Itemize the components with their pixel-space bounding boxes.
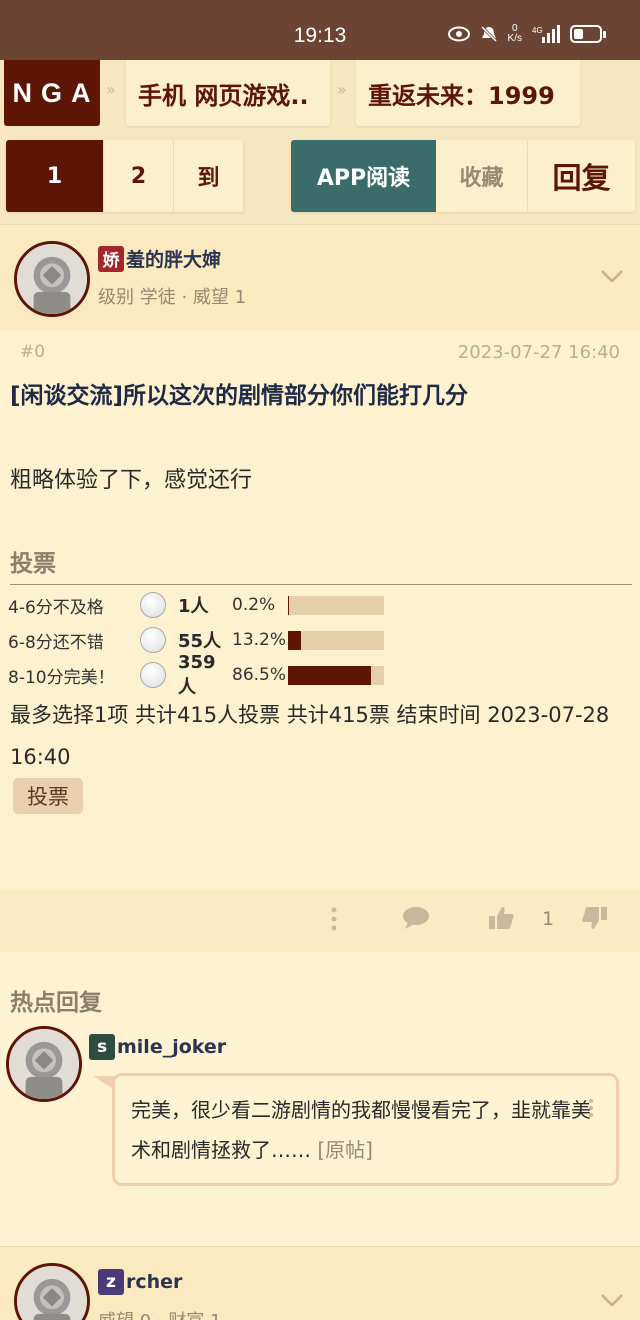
vote-info: 最多选择1项 共计415人投票 共计415票 结束时间 2023-07-28 1… xyxy=(10,703,610,769)
default-avatar-icon xyxy=(17,244,87,314)
eye-icon xyxy=(447,26,470,42)
reply-text: 完美，很少看二游剧情的我都慢慢看完了，韭就靠美术和剧情拯救了…… [原帖] xyxy=(131,1090,600,1170)
thumbs-down-icon[interactable] xyxy=(582,906,608,930)
chevron-down-icon[interactable] xyxy=(600,1293,624,1307)
post-action-bar: 1 xyxy=(0,890,640,952)
status-icons: 0 K/s 4G xyxy=(447,24,606,44)
vote-radio[interactable] xyxy=(140,627,166,653)
page-2-button[interactable]: 2 xyxy=(104,140,174,212)
hot-replies-title: 热点回复 xyxy=(10,990,102,1016)
vote-option-label: 4-6分不及格 xyxy=(8,597,104,618)
vote-option[interactable]: 4-6分不及格 1人 0.2% xyxy=(8,590,638,620)
breadcrumb-forum[interactable]: 手机 网页游戏.. xyxy=(126,60,330,126)
vote-percent: 13.2% xyxy=(232,630,287,650)
default-avatar-icon xyxy=(9,1029,79,1099)
reply-bubble[interactable]: 完美，很少看二游剧情的我都慢慢看完了，韭就靠美术和剧情拯救了…… [原帖] xyxy=(93,1073,619,1186)
thread-actions: APP阅读 收藏 回复 xyxy=(291,140,635,212)
vote-count: 1人 xyxy=(178,596,209,617)
avatar[interactable] xyxy=(14,241,90,317)
vote-percent: 86.5% xyxy=(232,665,287,685)
default-avatar-icon xyxy=(17,1266,87,1320)
author-meta: 级别 学徒 · 威望 1 xyxy=(98,287,247,308)
breadcrumb-separator: » xyxy=(337,80,347,99)
thumbs-up-icon[interactable] xyxy=(488,906,514,930)
net-speed: 0 K/s xyxy=(508,24,522,44)
vote-option[interactable]: 8-10分完美！ 359人 86.5% xyxy=(8,652,638,698)
post-body: 粗略体验了下，感觉还行 xyxy=(10,468,253,493)
status-bar: 19:13 0 K/s 4G xyxy=(0,0,640,60)
goto-page-button[interactable]: 到 xyxy=(174,140,244,212)
avatar[interactable] xyxy=(14,1263,90,1320)
vote-bar-fill xyxy=(288,630,301,650)
post-author: 娇 羞的胖大婶 级别 学徒 · 威望 1 xyxy=(0,224,640,330)
vote-percent: 0.2% xyxy=(232,595,276,615)
pager-row: 1 2 到 APP阅读 收藏 回复 xyxy=(0,130,640,224)
original-post-link[interactable]: [原帖] xyxy=(317,1138,373,1162)
post-time: 2023-07-27 16:40 xyxy=(457,342,620,363)
page-1-button[interactable]: 1 xyxy=(6,140,104,212)
app-read-button[interactable]: APP阅读 xyxy=(291,140,436,212)
vote-bar-fill xyxy=(288,665,372,685)
vote-bar-fill xyxy=(288,595,289,615)
svg-text:4G: 4G xyxy=(532,26,543,35)
mute-icon xyxy=(480,25,497,43)
reply-author: z rcher 威望 0 · 财富 1 xyxy=(0,1246,640,1320)
post-content: #0 2023-07-27 16:40 [闲谈交流]所以这次的剧情部分你们能打几… xyxy=(0,330,640,890)
favorite-button[interactable]: 收藏 xyxy=(436,140,528,212)
more-icon[interactable] xyxy=(330,906,338,932)
nga-logo[interactable]: NGA xyxy=(4,60,100,126)
user-tag: 娇 xyxy=(98,245,124,272)
user-tag: s xyxy=(89,1034,115,1060)
vote-radio[interactable] xyxy=(140,592,166,618)
vote-option[interactable]: 6-8分还不错 55人 13.2% xyxy=(8,625,638,655)
user-tag: z xyxy=(98,1269,124,1295)
vote-submit-button[interactable]: 投票 xyxy=(13,778,83,814)
reply-author-name-text: mile_joker xyxy=(117,1036,227,1058)
top-nav: NGA » 手机 网页游戏.. » 重返未来：1999 xyxy=(0,60,640,130)
vote-radio[interactable] xyxy=(140,662,166,688)
author-name-text: 羞的胖大婶 xyxy=(126,249,222,271)
breadcrumb-subforum[interactable]: 重返未来：1999 xyxy=(356,60,580,126)
more-icon[interactable] xyxy=(588,1098,594,1118)
vote-bar xyxy=(288,630,384,650)
breadcrumb-separator: » xyxy=(106,80,116,99)
reply-button[interactable]: 回复 xyxy=(528,140,635,212)
author-name[interactable]: 娇 羞的胖大婶 xyxy=(98,245,221,272)
vote-option-label: 8-10分完美！ xyxy=(8,667,115,688)
chevron-down-icon[interactable] xyxy=(600,269,624,283)
reply-author-name[interactable]: s mile_joker xyxy=(89,1034,226,1060)
battery-icon xyxy=(570,25,606,43)
vote-count: 359人 xyxy=(178,651,216,698)
pagination: 1 2 到 xyxy=(6,140,244,212)
vote-bar xyxy=(288,595,384,615)
reply-author-meta: 威望 0 · 财富 1 xyxy=(98,1307,222,1320)
like-count: 1 xyxy=(542,908,555,930)
vote-count: 55人 xyxy=(178,631,222,652)
net-speed-unit: K/s xyxy=(507,33,522,44)
avatar[interactable] xyxy=(6,1026,82,1102)
post-title: [闲谈交流]所以这次的剧情部分你们能打几分 xyxy=(10,383,469,409)
comment-icon[interactable] xyxy=(402,906,430,930)
signal-icon: 4G xyxy=(532,25,560,43)
vote-option-label: 6-8分还不错 xyxy=(8,632,104,653)
floor-number: #0 xyxy=(20,342,46,362)
vote-bar xyxy=(288,665,384,685)
vote-heading: 投票 xyxy=(10,544,632,585)
reply-author-name[interactable]: z rcher xyxy=(98,1269,182,1295)
reply-author-name-text: rcher xyxy=(126,1271,183,1293)
